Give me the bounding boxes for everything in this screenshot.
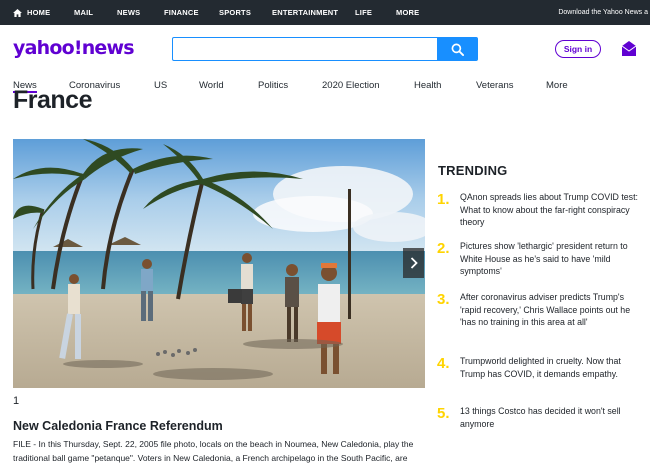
page-title: France (13, 86, 92, 114)
site-header: yahoo!news Sign in (0, 25, 650, 75)
home-icon (13, 8, 22, 17)
yahoo-news-logo[interactable]: yahoo!news (13, 37, 135, 59)
trending-rank: 1. (437, 191, 450, 208)
section-navigation: News Coronavirus US World Politics 2020 … (0, 75, 650, 97)
topnav-finance[interactable]: FINANCE (164, 0, 199, 25)
trending-rank: 2. (437, 240, 450, 257)
trending-headline[interactable]: Pictures show 'lethargic' president retu… (460, 240, 644, 278)
trending-headline[interactable]: Trumpworld delighted in cruelty. Now tha… (460, 355, 644, 380)
trending-headline[interactable]: 13 things Costco has decided it won't se… (460, 405, 644, 430)
topnav-mail[interactable]: MAIL (74, 0, 93, 25)
secnav-politics[interactable]: Politics (258, 80, 288, 91)
chevron-right-icon (410, 257, 418, 269)
secnav-more[interactable]: More (546, 80, 568, 91)
beach-petanque-image (13, 139, 425, 388)
topnav-sports[interactable]: SPORTS (219, 0, 251, 25)
topnav-news[interactable]: NEWS (117, 0, 140, 25)
secnav-world[interactable]: World (199, 80, 224, 91)
secnav-2020-election[interactable]: 2020 Election (322, 80, 380, 91)
next-slide-button[interactable] (403, 248, 424, 278)
trending-headline[interactable]: QAnon spreads lies about Trump COVID tes… (460, 191, 644, 229)
search-icon (451, 43, 464, 56)
download-app-link[interactable]: Download the Yahoo News a (558, 0, 648, 25)
search-button[interactable] (437, 37, 477, 61)
top-navigation-bar: HOME MAIL NEWS FINANCE SPORTS ENTERTAINM… (0, 0, 650, 25)
secnav-veterans[interactable]: Veterans (476, 80, 514, 91)
slide-title: New Caledonia France Referendum (13, 419, 223, 433)
mail-icon[interactable] (621, 40, 637, 57)
trending-rank: 5. (437, 405, 450, 422)
topnav-more[interactable]: MORE (396, 0, 419, 25)
trending-rank: 4. (437, 355, 450, 372)
sign-in-button[interactable]: Sign in (555, 40, 601, 58)
topnav-life[interactable]: LIFE (355, 0, 372, 25)
topnav-home[interactable]: HOME (13, 0, 50, 25)
secnav-health[interactable]: Health (414, 80, 441, 91)
topnav-home-label: HOME (27, 8, 51, 17)
trending-headline[interactable]: After coronavirus adviser predicts Trump… (460, 291, 644, 329)
topnav-entertainment[interactable]: ENTERTAINMENT (272, 0, 338, 25)
search-input[interactable] (173, 38, 438, 60)
secnav-us[interactable]: US (154, 80, 167, 91)
trending-heading: TRENDING (438, 163, 508, 178)
slideshow-photo[interactable] (13, 139, 425, 388)
slide-counter: 1 (13, 395, 20, 407)
slide-caption: FILE - In this Thursday, Sept. 22, 2005 … (13, 439, 414, 463)
trending-rank: 3. (437, 291, 450, 308)
search-box (172, 37, 478, 61)
